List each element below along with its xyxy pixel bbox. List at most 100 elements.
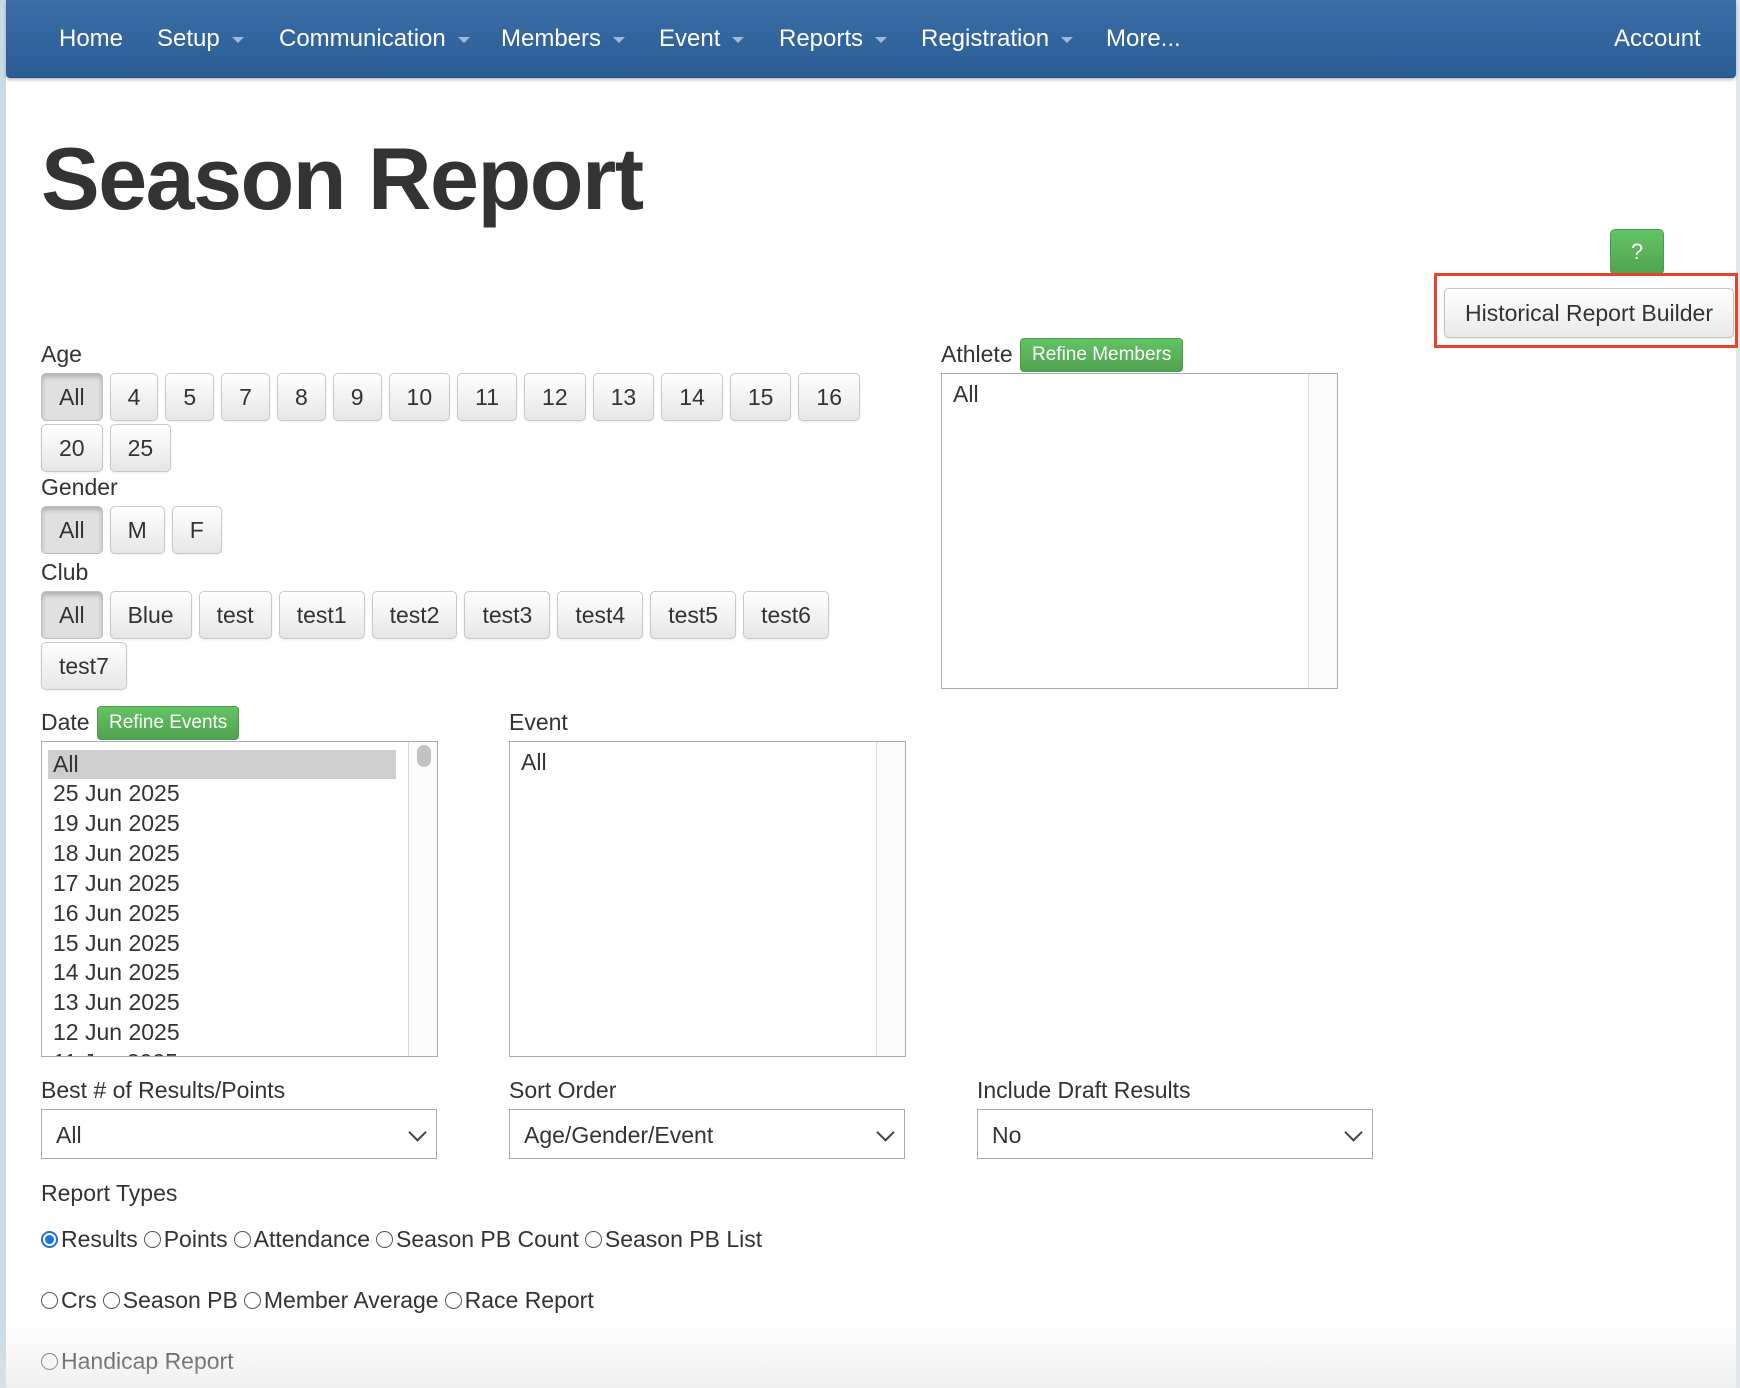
radio-season-pb-count[interactable]: Season PB Count	[376, 1226, 579, 1253]
club-option-test2[interactable]: test2	[371, 591, 458, 639]
radio-circle[interactable]	[376, 1231, 394, 1248]
refine-events-button[interactable]: Refine Events	[97, 706, 240, 740]
nav-registration[interactable]: Registration	[921, 0, 1074, 77]
nav-setup[interactable]: Setup	[157, 0, 244, 77]
help-button[interactable]: ?	[1610, 229, 1664, 275]
age-option-5[interactable]: 5	[165, 373, 215, 421]
report-types-row-3: Handicap Report	[41, 1348, 234, 1375]
date-option[interactable]: 19 Jun 2025	[48, 809, 180, 838]
sort-order-value: Age/Gender/Event	[524, 1122, 714, 1148]
club-option-test6[interactable]: test6	[743, 591, 829, 639]
top-navbar: Home Setup Communication Members Event R…	[6, 0, 1736, 78]
caret-down-icon	[231, 36, 244, 43]
include-draft-label: Include Draft Results	[977, 1077, 1191, 1103]
athlete-listbox[interactable]: All	[941, 373, 1338, 689]
athlete-listbox-scrollbar[interactable]	[1308, 374, 1337, 688]
radio-circle[interactable]	[444, 1292, 462, 1309]
radio-circle[interactable]	[584, 1231, 602, 1248]
date-option[interactable]: All	[48, 750, 396, 779]
club-option-test[interactable]: test	[198, 591, 272, 639]
event-option-all[interactable]: All	[516, 748, 547, 777]
best-results-label: Best # of Results/Points	[41, 1077, 286, 1103]
event-listbox-scrollbar[interactable]	[876, 742, 905, 1056]
age-option-8[interactable]: 8	[276, 373, 326, 421]
scroll-thumb[interactable]	[417, 745, 431, 767]
age-option-16[interactable]: 16	[798, 373, 860, 421]
radio-circle[interactable]	[143, 1231, 161, 1248]
radio-circle[interactable]	[233, 1231, 251, 1248]
age-option-20[interactable]: 20	[41, 424, 103, 472]
age-label: Age	[41, 341, 82, 367]
age-option-9[interactable]: 9	[332, 373, 382, 421]
refine-members-button[interactable]: Refine Members	[1020, 338, 1184, 372]
radio-circle[interactable]	[243, 1292, 261, 1309]
caret-down-icon	[457, 36, 470, 43]
age-option-11[interactable]: 11	[457, 373, 518, 421]
date-option[interactable]: 12 Jun 2025	[48, 1018, 180, 1047]
radio-attendance[interactable]: Attendance	[233, 1226, 370, 1253]
age-option-12[interactable]: 12	[524, 373, 586, 421]
report-types-row-1: Results Points Attendance Season PB Coun…	[41, 1226, 762, 1253]
date-option[interactable]: 25 Jun 2025	[48, 779, 180, 808]
athlete-option-all[interactable]: All	[948, 380, 979, 409]
radio-results[interactable]: Results	[41, 1226, 138, 1253]
nav-event[interactable]: Event	[659, 0, 745, 77]
gender-option-m[interactable]: M	[109, 506, 165, 554]
nav-home[interactable]: Home	[59, 0, 123, 77]
radio-circle[interactable]	[41, 1292, 58, 1309]
radio-circle[interactable]	[41, 1353, 58, 1370]
age-option-15[interactable]: 15	[729, 373, 792, 421]
nav-more[interactable]: More...	[1106, 0, 1181, 77]
radio-circle[interactable]	[41, 1231, 58, 1248]
best-results-select[interactable]: All	[41, 1109, 437, 1159]
radio-handicap-report[interactable]: Handicap Report	[41, 1348, 234, 1375]
date-listbox[interactable]: All 25 Jun 2025 19 Jun 2025 18 Jun 2025 …	[41, 741, 438, 1057]
age-button-group: All 4 5 7 8 9 10 11 12 13 14 15 16 20 25	[41, 373, 896, 475]
club-option-test7[interactable]: test7	[41, 642, 127, 690]
age-option-10[interactable]: 10	[388, 373, 451, 421]
age-option-14[interactable]: 14	[661, 373, 723, 421]
age-option-13[interactable]: 13	[592, 373, 655, 421]
nav-members[interactable]: Members	[501, 0, 626, 77]
gender-option-f[interactable]: F	[171, 506, 222, 554]
club-option-test1[interactable]: test1	[278, 591, 365, 639]
nav-communication[interactable]: Communication	[279, 0, 470, 77]
include-draft-select[interactable]: No	[977, 1109, 1373, 1159]
age-option-7[interactable]: 7	[221, 373, 270, 421]
nav-reports[interactable]: Reports	[779, 0, 888, 77]
radio-crs[interactable]: Crs	[41, 1287, 97, 1314]
club-option-all[interactable]: All	[41, 591, 103, 639]
age-option-25[interactable]: 25	[109, 424, 172, 472]
club-option-test3[interactable]: test3	[464, 591, 551, 639]
date-option[interactable]: 15 Jun 2025	[48, 929, 180, 958]
nav-account[interactable]: Account	[1614, 0, 1701, 77]
age-option-all[interactable]: All	[41, 373, 103, 421]
date-option[interactable]: 14 Jun 2025	[48, 958, 180, 987]
club-option-test5[interactable]: test5	[650, 591, 737, 639]
event-listbox[interactable]: All	[509, 741, 906, 1057]
club-option-test4[interactable]: test4	[557, 591, 644, 639]
sort-order-select[interactable]: Age/Gender/Event	[509, 1109, 905, 1159]
date-option[interactable]: 18 Jun 2025	[48, 839, 180, 868]
date-option[interactable]: 13 Jun 2025	[48, 988, 180, 1017]
date-option[interactable]: 11 Jun 2025	[48, 1048, 178, 1056]
gender-option-all[interactable]: All	[41, 506, 103, 554]
date-listbox-scrollbar[interactable]	[408, 742, 437, 1056]
club-button-group: All Blue test test1 test2 test3 test4 te…	[41, 591, 871, 693]
athlete-label: Athlete	[941, 341, 1013, 367]
radio-season-pb-list[interactable]: Season PB List	[584, 1226, 762, 1253]
radio-circle[interactable]	[102, 1292, 120, 1309]
chevron-down-icon	[408, 1123, 427, 1142]
gender-label: Gender	[41, 474, 118, 500]
report-types-row-2: Crs Season PB Member Average Race Report	[41, 1287, 594, 1314]
radio-points[interactable]: Points	[143, 1226, 228, 1253]
date-option[interactable]: 17 Jun 2025	[48, 869, 180, 898]
historical-report-builder-button[interactable]: Historical Report Builder	[1444, 288, 1734, 338]
radio-race-report[interactable]: Race Report	[444, 1287, 594, 1314]
age-option-4[interactable]: 4	[109, 373, 159, 421]
radio-member-average[interactable]: Member Average	[243, 1287, 439, 1314]
date-option[interactable]: 16 Jun 2025	[48, 899, 180, 928]
include-draft-value: No	[992, 1122, 1022, 1148]
club-option-blue[interactable]: Blue	[109, 591, 192, 639]
radio-season-pb[interactable]: Season PB	[102, 1287, 238, 1314]
